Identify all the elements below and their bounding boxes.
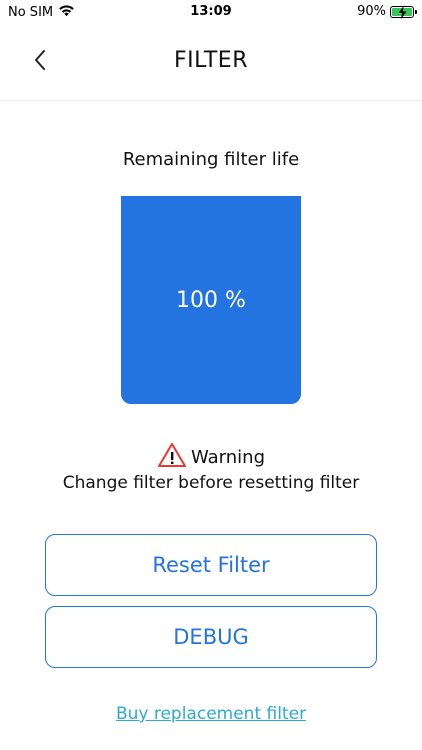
page-title: FILTER xyxy=(174,48,248,73)
warning-triangle-icon xyxy=(157,442,187,472)
status-bar: No SIM 13:09 90% xyxy=(0,0,422,24)
buy-replacement-filter-link[interactable]: Buy replacement filter xyxy=(0,704,422,724)
reset-filter-button[interactable]: Reset Filter xyxy=(45,534,377,596)
filter-life-label: Remaining filter life xyxy=(122,149,300,170)
debug-button[interactable]: DEBUG xyxy=(45,606,377,668)
filter-level-gauge: 100 % xyxy=(121,196,301,404)
battery-percent: 90% xyxy=(357,4,386,19)
warning-title: Warning xyxy=(190,446,265,468)
filter-screen: No SIM 13:09 90% FILTER Remaining filter… xyxy=(0,0,422,750)
warning-row: Warning xyxy=(0,442,422,472)
warning-message: Change filter before resetting filter xyxy=(62,473,360,493)
status-right: 90% xyxy=(357,4,417,19)
filter-life-value: 100 % xyxy=(176,287,246,313)
battery-charging-icon xyxy=(390,5,417,19)
nav-header: FILTER xyxy=(0,24,422,101)
